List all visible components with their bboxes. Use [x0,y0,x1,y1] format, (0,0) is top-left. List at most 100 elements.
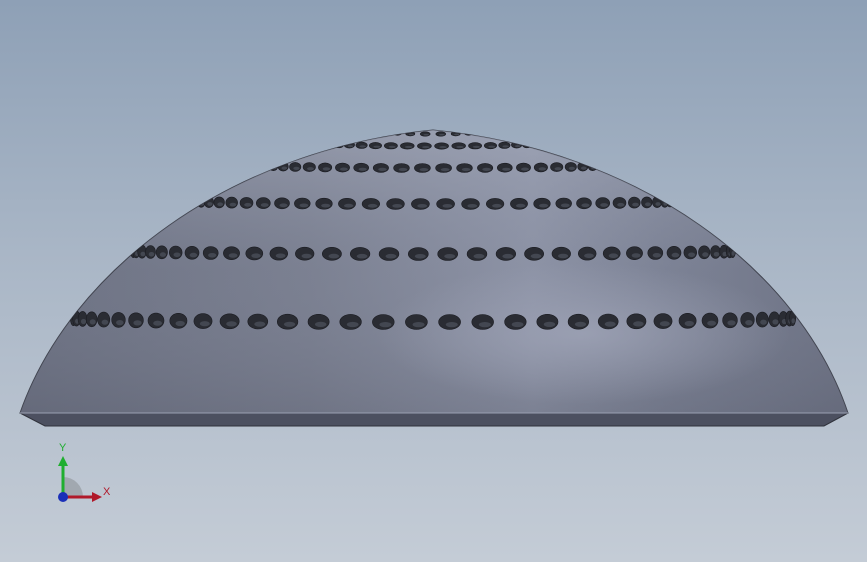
hole-shading [652,253,661,258]
hole-shading [189,252,198,258]
hole-shading [417,204,428,208]
hole-shading [116,320,124,326]
hole [219,313,240,330]
hole [474,130,481,135]
hole-shading [175,320,185,327]
hole [400,142,415,150]
hole [247,313,269,330]
hole-shading [340,167,348,171]
hole [361,198,381,210]
hole [327,140,336,148]
hole-shading [358,167,367,171]
hole-shading [281,166,288,170]
hole-shading [688,252,696,258]
hole-shading [133,320,142,326]
hole [768,311,780,328]
hole-shading [538,167,546,171]
graphics-viewport[interactable]: Y X [0,0,867,562]
hole [466,247,488,261]
hole [647,246,664,260]
hole [612,197,627,209]
hole [385,130,392,135]
hole-shading [467,204,478,208]
hole-shading [604,165,608,169]
hole-shading [279,203,288,208]
hole [372,163,389,173]
hole [255,160,261,170]
hole-shading [472,145,480,148]
hole-shading [251,253,261,258]
hole-shading [713,252,720,257]
hole-shading [492,203,502,208]
hole-shading [631,253,641,258]
hole-shading [502,253,514,259]
hole [128,312,144,329]
hole-shading [259,165,264,169]
reference-triad: Y X [48,440,118,510]
hole [604,160,611,170]
hole-shading [373,145,381,148]
hole [698,245,711,260]
hole [641,196,653,209]
hole-shading [439,133,445,136]
hole-shading [408,133,414,136]
hole [483,142,497,150]
hole [193,313,213,329]
hole-shading [257,165,261,169]
hole-shading [293,166,300,170]
hole-shading [387,132,391,134]
hole-shading [347,145,354,148]
hole [411,198,430,210]
hole [628,196,641,209]
hole-shading [344,203,354,208]
hole-shading [671,252,680,258]
hole [461,198,480,210]
hole [540,139,546,147]
hole-shading [568,166,576,170]
hole [414,163,431,173]
hole [567,313,590,330]
hole-shading [207,202,213,206]
hole-shading [473,253,485,259]
hole [322,140,330,148]
hole [255,197,271,209]
hole [190,195,197,207]
hole-shading [226,321,237,327]
hole-shading [514,145,521,148]
hole [321,247,342,261]
hole-shading [254,321,266,327]
hole-shading [328,253,340,259]
hole [740,312,755,328]
hole [417,142,432,150]
hole [577,161,589,172]
hole [468,142,482,150]
hole-shading [314,321,327,327]
hole [245,246,264,261]
hole [510,198,528,210]
hole-shading [444,253,456,259]
hole [683,245,697,260]
hole [564,162,577,172]
hole [202,246,219,260]
hole-shading [148,252,155,257]
hole [223,246,240,260]
hole-shading [530,253,542,259]
hole-shading [325,143,329,146]
hole-shading [604,321,616,327]
hole-shading [208,253,217,258]
hole-shading [192,201,196,206]
hole-shading [584,253,594,259]
hole-shading [322,143,325,146]
hole [495,247,517,261]
hole [213,196,225,209]
hole [504,314,527,330]
hole-shading [422,146,430,149]
hole [294,197,311,210]
hole-shading [502,167,511,171]
model-view[interactable] [0,0,867,562]
y-axis-label: Y [59,442,67,454]
hole [184,246,200,260]
hole-shading [419,168,429,172]
hole [626,246,643,260]
hole-shading [791,318,795,324]
